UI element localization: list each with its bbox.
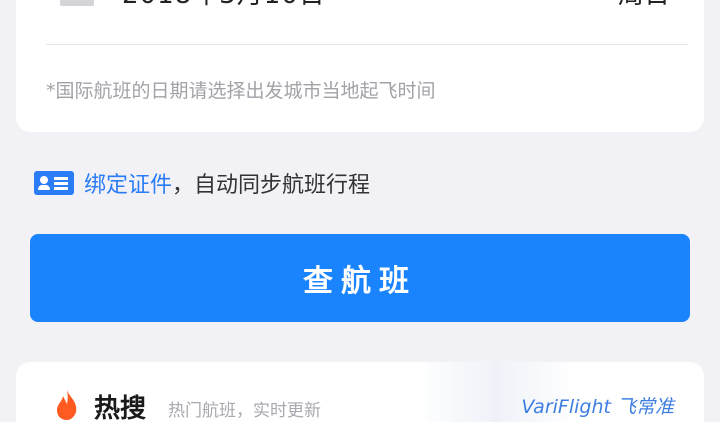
search-flight-button[interactable]: 查航班: [30, 234, 690, 322]
bind-id-description: 自动同步航班行程: [194, 173, 371, 198]
weekday-label: 周日: [618, 0, 670, 10]
variflight-brand-logo: VariFlight 飞常准: [521, 396, 674, 418]
search-form-card: 2018年3月10日 周日 *国际航班的日期请选择出发城市当地起飞时间: [16, 0, 704, 132]
date-selector[interactable]: 2018年3月10日 周日: [16, 0, 704, 44]
bind-id-row: 绑定证件 ， 自动同步航班行程: [34, 166, 370, 200]
divider: [46, 44, 688, 45]
id-card-icon: [34, 171, 74, 195]
flame-icon: [57, 390, 77, 420]
international-date-note: *国际航班的日期请选择出发城市当地起飞时间: [46, 80, 436, 102]
calendar-icon: [60, 0, 94, 6]
bind-comma: ，: [172, 173, 195, 198]
date-value: 2018年3月10日: [122, 0, 326, 10]
hot-search-subtitle: 热门航班，实时更新: [168, 401, 321, 421]
hot-search-card[interactable]: 热搜 热门航班，实时更新 VariFlight 飞常准: [16, 362, 704, 422]
bind-id-link[interactable]: 绑定证件: [84, 167, 172, 199]
hot-search-title: 热搜: [94, 394, 147, 422]
